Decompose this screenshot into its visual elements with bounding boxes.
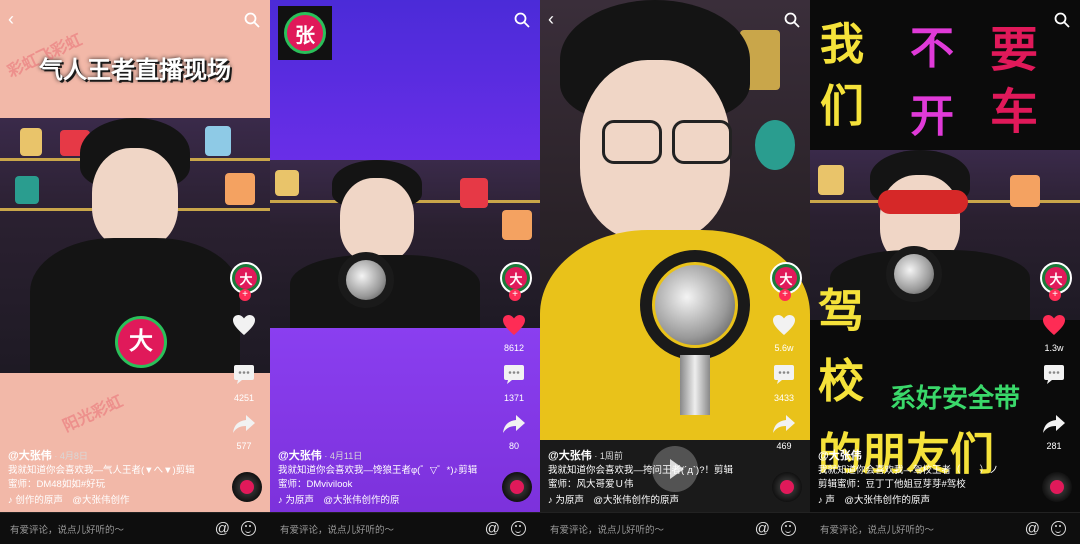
video-panel-4[interactable]: 我 不 要 们 开 车 驾 校 系好安全带 的朋友们 大 + 1.3w 281 …: [810, 0, 1080, 544]
music-disc[interactable]: [1042, 472, 1072, 502]
comment-icon: [1044, 365, 1064, 384]
comment-bar: 有爱评论，说点儿好听的～ @: [0, 512, 270, 544]
comment-button[interactable]: 3433: [764, 364, 804, 403]
video-caption: @大张伟 · 1周前 我就知道你会喜欢我—挎问王者(´д`)?！剪辑 蜜师：风大…: [548, 449, 773, 508]
video-caption: @大张伟 · 4月8日 我就知道你会喜欢我—气人王者(▼へ▼)剪辑 蜜师：DM4…: [8, 449, 233, 508]
at-mention-button[interactable]: @: [755, 520, 770, 538]
emoji-icon[interactable]: [1051, 521, 1066, 536]
share-button[interactable]: 80: [494, 414, 534, 451]
music-info[interactable]: ♪ 声 @大张伟创作的原声: [818, 494, 1043, 508]
follow-button[interactable]: +: [239, 289, 251, 301]
overlay-text: 驾: [818, 285, 864, 337]
comment-count: 4251: [233, 393, 255, 403]
top-bar: [810, 0, 1080, 40]
share-icon: [503, 415, 525, 433]
post-date: · 4月11日: [324, 451, 363, 461]
overlay-text: 车: [990, 86, 1039, 139]
video-caption: @大张伟 · 4月11日 我就知道你会喜欢我—馋狼王者φ(゜▽゜*)♪剪辑 蜜师…: [278, 449, 503, 508]
follow-button[interactable]: +: [779, 289, 791, 301]
music-info[interactable]: ♪ 创作的原声 @大张伟创作: [8, 494, 233, 508]
comment-button[interactable]: 1371: [494, 364, 534, 403]
share-button[interactable]: 577: [224, 414, 264, 451]
comment-input[interactable]: 有爱评论，说点儿好听的～: [280, 522, 394, 536]
like-count: 1.3w: [1044, 343, 1064, 353]
overlay-text: 开: [910, 92, 954, 141]
search-icon[interactable]: [244, 12, 260, 28]
like-button[interactable]: 8612: [494, 314, 534, 353]
overlay-text: 系好安全带: [890, 383, 1021, 413]
share-button[interactable]: 281: [1034, 414, 1074, 451]
share-button[interactable]: 469: [764, 414, 804, 451]
comment-icon: [774, 365, 794, 384]
video-panel-1[interactable]: 大 气人王者直播现场 彩虹飞彩虹 阳光彩虹 ‹ 大 + 4251 577 @大张…: [0, 0, 270, 544]
like-count: 8612: [503, 343, 525, 353]
share-icon: [1043, 415, 1065, 433]
video-frame: [270, 160, 540, 328]
editor-credit: 剪辑蜜师：豆丁丁他姐豆芽芽#驾校: [818, 479, 966, 490]
back-icon[interactable]: ‹: [8, 10, 26, 28]
heart-icon: [233, 315, 255, 335]
overlay-text: 们: [820, 82, 864, 131]
video-caption: @大张伟 我就知道你会喜欢我—驾校王者（ ）ノ 剪辑蜜师：豆丁丁他姐豆芽芽#驾校…: [818, 449, 1043, 508]
music-info[interactable]: ♪ 为原声 @大张伟创作的原声: [548, 494, 773, 508]
comment-input[interactable]: 有爱评论，说点儿好听的～: [820, 522, 934, 536]
description: 我就知道你会喜欢我—驾校王者（ ）ノ: [818, 465, 999, 476]
creator-name[interactable]: @大张伟: [818, 450, 862, 462]
post-date: · 4月8日: [54, 451, 88, 461]
top-bar: ‹: [0, 0, 270, 40]
description: 我就知道你会喜欢我—气人王者(▼へ▼)剪辑: [8, 465, 195, 476]
follow-button[interactable]: +: [1049, 289, 1061, 301]
share-icon: [773, 415, 795, 433]
comment-bar: 有爱评论，说点儿好听的～ @: [810, 512, 1080, 544]
editor-credit: 蜜师：DMvivilook: [278, 479, 353, 490]
at-mention-button[interactable]: @: [485, 520, 500, 538]
creator-name[interactable]: @大张伟: [278, 450, 322, 462]
heart-icon: [773, 315, 795, 335]
search-icon[interactable]: [1054, 12, 1070, 28]
emoji-icon[interactable]: [781, 521, 796, 536]
editor-credit: 蜜师：风大哥爱Ｕ伟: [548, 479, 634, 490]
at-mention-button[interactable]: @: [215, 520, 230, 538]
top-bar: [270, 0, 540, 40]
comment-button[interactable]: 4251: [224, 364, 264, 403]
comment-count: 1371: [503, 393, 525, 403]
music-disc[interactable]: [232, 472, 262, 502]
description: 我就知道你会喜欢我—馋狼王者φ(゜▽゜*)♪剪辑: [278, 465, 478, 476]
creator-name[interactable]: @大张伟: [8, 450, 52, 462]
like-button[interactable]: 5.6w: [764, 314, 804, 353]
comment-input[interactable]: 有爱评论，说点儿好听的～: [10, 522, 124, 536]
like-count: 5.6w: [774, 343, 794, 353]
music-disc[interactable]: [772, 472, 802, 502]
music-disc[interactable]: [502, 472, 532, 502]
comment-bar: 有爱评论，说点儿好听的～ @: [540, 512, 810, 544]
emoji-icon[interactable]: [511, 521, 526, 536]
top-bar: ‹: [540, 0, 810, 40]
video-panel-2[interactable]: 张 大 + 8612 1371 80 @大张伟 · 4月11日 我就知道你会喜欢…: [270, 0, 540, 544]
search-icon[interactable]: [514, 12, 530, 28]
overlay-text: 校: [818, 355, 864, 407]
emoji-icon[interactable]: [241, 521, 256, 536]
description: 我就知道你会喜欢我—挎问王者(´д`)?！剪辑: [548, 465, 733, 476]
video-panel-3[interactable]: ‹ 大 + 5.6w 3433 469 @大张伟 · 1周前 我就知道你会喜欢我…: [540, 0, 810, 544]
search-icon[interactable]: [784, 12, 800, 28]
music-info[interactable]: ♪ 为原声 @大张伟创作的原: [278, 494, 503, 508]
back-icon[interactable]: ‹: [548, 10, 566, 28]
comment-icon: [504, 365, 524, 384]
like-button[interactable]: 1.3w: [1034, 314, 1074, 353]
heart-icon: [503, 315, 525, 335]
comment-count: 3433: [773, 393, 795, 403]
share-icon: [233, 415, 255, 433]
creator-name[interactable]: @大张伟: [548, 450, 592, 462]
heart-icon: [1043, 315, 1065, 335]
watermark: 阳光彩虹: [60, 393, 126, 436]
comment-input[interactable]: 有爱评论，说点儿好听的～: [550, 522, 664, 536]
comment-icon: [234, 365, 254, 384]
like-button[interactable]: [224, 314, 264, 343]
at-mention-button[interactable]: @: [1025, 520, 1040, 538]
comment-button[interactable]: [1034, 364, 1074, 393]
post-date: · 1周前: [594, 451, 623, 461]
editor-credit: 蜜师：DM48如如#好玩: [8, 479, 106, 490]
follow-button[interactable]: +: [509, 289, 521, 301]
comment-bar: 有爱评论，说点儿好听的～ @: [270, 512, 540, 544]
